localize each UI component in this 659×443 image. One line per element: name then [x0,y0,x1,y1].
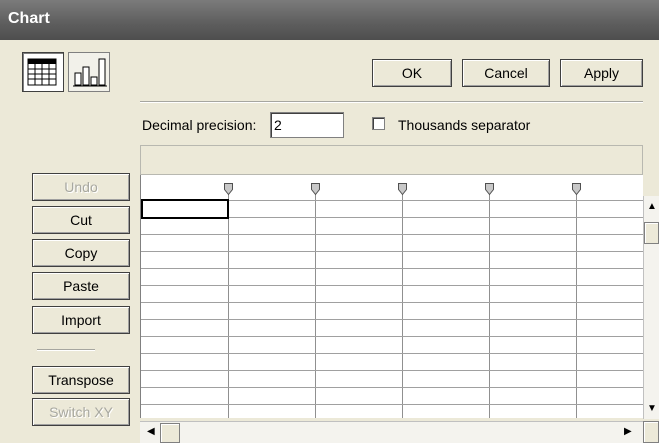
vertical-scroll-thumb[interactable] [644,222,659,244]
datasheet-view-button[interactable] [22,52,64,92]
datasheet-grid[interactable] [140,175,643,418]
cut-button[interactable]: Cut [32,206,130,234]
title-bar[interactable]: Chart [0,0,659,40]
decimal-precision-label: Decimal precision: [142,117,257,133]
chart-view-button[interactable] [68,52,110,92]
toolbar-separator [140,101,643,103]
selected-cell[interactable] [141,199,229,219]
import-button[interactable]: Import [32,306,130,334]
switch-xy-button[interactable]: Switch XY [32,398,130,426]
paste-button[interactable]: Paste [32,272,130,300]
decimal-precision-input[interactable]: 2 [270,112,344,138]
bar-chart-icon [73,58,107,87]
window-title: Chart [8,10,50,27]
scroll-left-icon[interactable]: ◀ [147,427,155,437]
transpose-button[interactable]: Transpose [32,366,130,394]
cancel-button[interactable]: Cancel [462,59,550,87]
scroll-down-icon[interactable]: ▼ [647,404,657,414]
grid-lines [141,183,643,418]
horizontal-scrollbar[interactable]: ◀ ▶ [140,421,643,443]
horizontal-scroll-thumb[interactable] [160,423,180,443]
vertical-scrollbar[interactable]: ▲ ▼ [643,196,659,419]
table-grid-icon [27,58,57,86]
undo-button[interactable]: Undo [32,173,130,201]
scroll-right-icon[interactable]: ▶ [624,427,632,437]
side-separator [37,349,95,351]
ok-button[interactable]: OK [372,59,452,87]
resize-grip[interactable] [643,421,659,443]
scroll-up-icon[interactable]: ▲ [647,202,657,212]
copy-button[interactable]: Copy [32,239,130,267]
thousands-separator-checkbox[interactable] [372,117,385,130]
apply-button[interactable]: Apply [560,59,643,87]
chart-dialog: Chart OK Cancel Apply Decimal precision:… [0,0,659,443]
thousands-separator-label[interactable]: Thousands separator [398,117,530,133]
cell-edit-bar[interactable] [140,145,643,175]
